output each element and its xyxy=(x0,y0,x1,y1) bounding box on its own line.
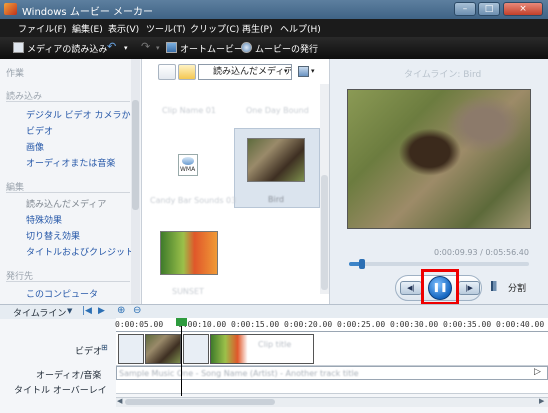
clip-label: Clip Name 01 xyxy=(162,106,216,115)
clip-label: Candy Bar Sounds 03 xyxy=(150,196,237,205)
task-pane-scroll-thumb[interactable] xyxy=(132,100,139,210)
ruler-tick-label: 0:00:35.00 xyxy=(443,320,492,329)
pause-button[interactable]: ❚❚ xyxy=(428,276,452,300)
seek-bar[interactable] xyxy=(349,262,529,266)
folder-up-icon[interactable] xyxy=(178,64,196,80)
zoom-in-icon[interactable]: ⊕ xyxy=(117,305,125,316)
effects-link[interactable]: 特殊効果 xyxy=(26,213,62,226)
import-audio-link[interactable]: オーディオまたは音楽 xyxy=(26,156,115,169)
audio-clip-title: Sample Music One - Song Name (Artist) - … xyxy=(119,369,359,378)
playhead-handle[interactable] xyxy=(176,318,187,326)
video-clip[interactable] xyxy=(210,334,314,364)
split-icon[interactable] xyxy=(491,281,501,291)
timeline-view-selector[interactable]: タイムライン xyxy=(13,306,66,319)
details-view-button[interactable] xyxy=(158,64,176,80)
playhead[interactable] xyxy=(181,318,182,396)
app-icon xyxy=(4,3,17,15)
menu-help[interactable]: ヘルプ(H) xyxy=(280,22,321,35)
import-media-icon xyxy=(13,42,24,53)
transitions-link[interactable]: 切り替え効果 xyxy=(26,229,80,242)
collection-selector-label: 読み込んだメディア xyxy=(213,67,292,77)
menu-file[interactable]: ファイル(F) xyxy=(18,22,66,35)
menu-clip[interactable]: クリップ(C) xyxy=(190,22,239,35)
imported-media-item[interactable]: 読み込んだメディア xyxy=(26,197,106,210)
task-pane: 作業 読み込み デジタル ビデオ カメラから ビデオ 画像 オーディオまたは音楽… xyxy=(0,59,142,304)
preview-header: タイムライン: Bird xyxy=(404,70,482,80)
view-options-dropdown-icon[interactable]: ▾ xyxy=(311,67,315,75)
ruler-tick-label: 0:00:30.00 xyxy=(390,320,439,329)
audio-clip-end-icon: ▷ xyxy=(534,367,541,377)
collection-selector[interactable]: 読み込んだメディア xyxy=(198,64,292,80)
ruler-tick-label: 0:00:15.00 xyxy=(231,320,280,329)
divider xyxy=(6,192,130,193)
menu-view[interactable]: 表示(V) xyxy=(108,22,139,35)
minimize-button[interactable]: – xyxy=(454,2,476,16)
menu-play[interactable]: 再生(P) xyxy=(242,22,272,35)
ruler-tick-label: 0:00:25.00 xyxy=(337,320,386,329)
auto-movie-button[interactable]: オートムービー xyxy=(180,42,243,55)
ruler-tick-label: 0:00:40.00 xyxy=(496,320,545,329)
import-from-camera-link[interactable]: デジタル ビデオ カメラから xyxy=(26,108,140,121)
tasks-header: 作業 xyxy=(6,69,25,79)
preview-monitor xyxy=(347,89,531,229)
menu-tools[interactable]: ツール(T) xyxy=(146,22,186,35)
clip-thumbnail[interactable] xyxy=(160,231,218,275)
video-track-label: ビデオ xyxy=(75,347,103,357)
titles-credits-link[interactable]: タイトルおよびクレジット xyxy=(26,245,134,258)
clip-label: One Day Bound xyxy=(246,106,309,115)
undo-dropdown-icon[interactable]: ▾ xyxy=(124,44,128,52)
title-overlay-track-label: タイトル オーバーレイ xyxy=(14,386,107,396)
video-clip[interactable] xyxy=(118,334,144,364)
import-media-button[interactable]: メディアの読み込み xyxy=(27,42,107,55)
clip-label: SUNSET xyxy=(172,287,204,296)
note-icon xyxy=(182,157,194,165)
auto-movie-icon xyxy=(166,42,177,53)
publish-this-computer-link[interactable]: このコンピュータ xyxy=(26,287,98,300)
view-options-icon[interactable] xyxy=(298,66,309,77)
toolbar: メディアの読み込み ↶ ▾ ↷ ▾ オートムービー ムービーの発行 xyxy=(0,37,548,59)
audio-file-icon[interactable]: WMA xyxy=(178,154,198,176)
clip-thumbnail[interactable] xyxy=(247,138,305,182)
next-frame-button[interactable]: |▶ xyxy=(458,281,480,295)
ruler-tick-label: 0:00:05.00 xyxy=(115,320,164,329)
video-clip[interactable] xyxy=(183,334,209,364)
audio-track-label: オーディオ/音楽 xyxy=(36,371,102,381)
chevron-down-icon[interactable]: ▼ xyxy=(67,307,72,315)
import-pictures-link[interactable]: 画像 xyxy=(26,140,44,153)
split-button[interactable]: 分割 xyxy=(508,281,526,294)
video-clip-title: Clip title xyxy=(258,340,292,349)
zoom-out-icon[interactable]: ⊖ xyxy=(133,305,141,316)
preview-time: 0:00:09.93 / 0:05:56.40 xyxy=(434,248,529,257)
close-button[interactable]: × xyxy=(503,2,543,16)
rewind-timeline-icon[interactable]: |◀ xyxy=(82,306,92,316)
maximize-button[interactable]: □ xyxy=(478,2,500,16)
title-bar: Windows ムービー メーカー – □ × xyxy=(0,0,548,19)
menu-edit[interactable]: 編集(E) xyxy=(72,22,103,35)
divider xyxy=(6,281,130,282)
menu-bar: ファイル(F) 編集(E) 表示(V) ツール(T) クリップ(C) 再生(P)… xyxy=(0,19,548,37)
previous-frame-button[interactable]: ◀| xyxy=(400,281,422,295)
clip-label: Bird xyxy=(268,195,284,204)
import-video-link[interactable]: ビデオ xyxy=(26,124,53,137)
undo-icon[interactable]: ↶ xyxy=(107,40,116,53)
scroll-right-icon[interactable]: ▶ xyxy=(539,397,544,405)
play-timeline-icon[interactable]: ▶ xyxy=(98,306,105,316)
redo-dropdown-icon: ▾ xyxy=(156,44,160,52)
collection-scroll-thumb[interactable] xyxy=(321,175,328,290)
ruler-tick-label: 0:00:20.00 xyxy=(284,320,333,329)
audio-file-label: WMA xyxy=(180,166,196,173)
chevron-down-icon[interactable]: ▾ xyxy=(284,67,288,75)
redo-icon: ↷ xyxy=(141,40,151,53)
seek-handle[interactable] xyxy=(359,259,365,269)
scroll-left-icon[interactable]: ◀ xyxy=(117,397,122,405)
expand-track-icon[interactable]: ⊞ xyxy=(101,343,108,352)
publish-icon xyxy=(241,42,252,53)
window-title: Windows ムービー メーカー xyxy=(22,7,153,18)
publish-movie-button[interactable]: ムービーの発行 xyxy=(255,42,318,55)
video-clip[interactable] xyxy=(145,334,181,364)
divider xyxy=(6,101,130,102)
timeline-scroll-thumb[interactable] xyxy=(125,399,275,405)
